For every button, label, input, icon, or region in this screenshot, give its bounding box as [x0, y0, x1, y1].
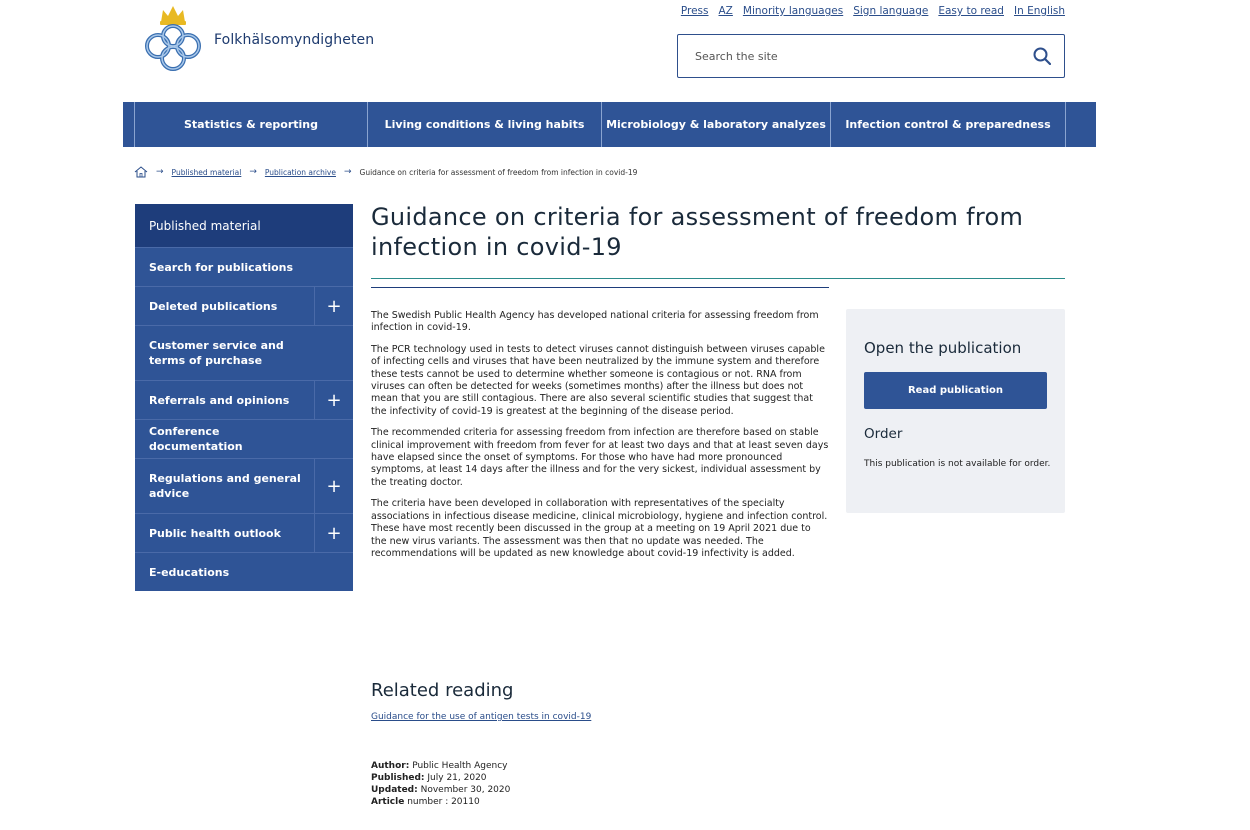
page-title: Guidance on criteria for assessment of f…: [371, 203, 1024, 261]
open-publication-heading: Open the publication: [864, 339, 1022, 357]
search-input[interactable]: [678, 36, 1020, 76]
meta-label: Updated:: [371, 785, 418, 795]
arrow-right-icon: →: [156, 167, 164, 177]
breadcrumb-published-material[interactable]: Published material: [172, 168, 242, 177]
paragraph: The PCR technology used in tests to dete…: [371, 343, 825, 417]
order-heading: Order: [864, 426, 903, 442]
toplink-minority-languages[interactable]: Minority languages: [743, 5, 843, 17]
nav-infection-control[interactable]: Infection control & preparedness: [831, 102, 1066, 147]
meta-value: Public Health Agency: [412, 761, 508, 771]
toplink-in-english[interactable]: In English: [1014, 5, 1065, 17]
toplink-sign-language[interactable]: Sign language: [853, 5, 928, 17]
main-nav: Statistics & reporting Living conditions…: [123, 102, 1096, 147]
paragraph: The Swedish Public Health Agency has dev…: [371, 310, 819, 334]
sidebar-item-deleted-publications[interactable]: Deleted publications +: [135, 286, 353, 325]
nav-microbiology[interactable]: Microbiology & laboratory analyzes: [602, 102, 831, 147]
plus-icon[interactable]: +: [314, 514, 353, 552]
related-reading-link[interactable]: Guidance for the use of antigen tests in…: [371, 712, 591, 722]
sidebar-item-search-publications[interactable]: Search for publications: [135, 247, 353, 286]
article-body: The Swedish Public Health Agency has dev…: [371, 310, 829, 569]
search-icon: [1033, 47, 1051, 65]
search-box: [677, 34, 1065, 78]
meta-value: November 30, 2020: [420, 785, 511, 795]
paragraph: The recommended criteria for assessing f…: [371, 427, 829, 488]
nav-statistics-reporting[interactable]: Statistics & reporting: [135, 102, 368, 147]
paragraph: The criteria have been developed in coll…: [371, 498, 828, 559]
logo-emblem-icon: [145, 6, 201, 71]
arrow-right-icon: →: [343, 167, 352, 177]
meta-updated: Updated: November 30, 2020: [371, 784, 510, 796]
plus-icon[interactable]: +: [314, 459, 353, 513]
breadcrumb: → Published material → Publication archi…: [134, 166, 637, 178]
sidebar-item-label: Conference documentation: [149, 425, 243, 453]
toplink-easy-to-read[interactable]: Easy to read: [938, 5, 1004, 17]
breadcrumb-publication-archive[interactable]: Publication archive: [265, 168, 336, 177]
meta-author: Author: Public Health Agency: [371, 760, 510, 772]
sidebar-item-customer-service[interactable]: Customer service and terms of purchase: [135, 325, 353, 380]
nav-living-conditions[interactable]: Living conditions & living habits: [368, 102, 602, 147]
sidebar-item-label: Search for publications: [149, 260, 294, 274]
meta-value: number : 20110: [407, 797, 480, 807]
sidebar-item-label: Referrals and opinions: [149, 393, 290, 407]
title-divider: [371, 278, 1065, 279]
plus-icon[interactable]: +: [314, 381, 353, 419]
meta-value: July 21, 2020: [427, 773, 487, 783]
meta-label: Article: [371, 797, 405, 807]
read-publication-button[interactable]: Read publication: [864, 372, 1047, 409]
sidebar-item-conference-documentation[interactable]: Conference documentation: [135, 419, 353, 458]
toplink-press[interactable]: Press: [681, 5, 709, 17]
publication-box: Open the publication Read publication Or…: [846, 309, 1065, 513]
breadcrumb-current: Guidance on criteria for assessment of f…: [359, 167, 638, 177]
sidebar: Published material Search for publicatio…: [135, 204, 353, 591]
site-logo[interactable]: Folkhälsomyndigheten: [134, 2, 384, 78]
sidebar-item-label: E-educations: [149, 565, 230, 579]
body-divider: [371, 287, 829, 288]
sidebar-item-label: Regulations and general advice: [149, 472, 301, 500]
meta-label: Author:: [371, 761, 410, 771]
sidebar-heading[interactable]: Published material: [135, 204, 353, 247]
arrow-right-icon: →: [249, 167, 257, 177]
sidebar-item-label: Public health outlook: [149, 526, 281, 540]
publication-meta: Author: Public Health Agency Published: …: [371, 760, 510, 808]
search-button[interactable]: [1020, 36, 1064, 76]
meta-label: Published:: [371, 773, 425, 783]
sidebar-item-regulations-advice[interactable]: Regulations and general advice +: [135, 458, 353, 513]
top-links: Press AZ Minority languages Sign languag…: [681, 5, 1065, 17]
related-reading-heading: Related reading: [371, 680, 514, 701]
sidebar-item-public-health-outlook[interactable]: Public health outlook +: [135, 513, 353, 552]
meta-published: Published: July 21, 2020: [371, 772, 510, 784]
sidebar-item-e-educations[interactable]: E-educations: [135, 552, 353, 591]
meta-article-number: Article number : 20110: [371, 796, 510, 808]
logo-text: Folkhälsomyndigheten: [214, 32, 375, 48]
home-icon[interactable]: [134, 166, 148, 178]
plus-icon[interactable]: +: [314, 287, 353, 325]
nav-edge: [123, 102, 135, 147]
order-text: This publication is not available for or…: [864, 459, 1051, 469]
sidebar-item-label: Deleted publications: [149, 299, 278, 313]
sidebar-item-referrals-opinions[interactable]: Referrals and opinions +: [135, 380, 353, 419]
sidebar-item-label: Customer service and terms of purchase: [149, 339, 284, 367]
toplink-az[interactable]: AZ: [719, 5, 733, 17]
